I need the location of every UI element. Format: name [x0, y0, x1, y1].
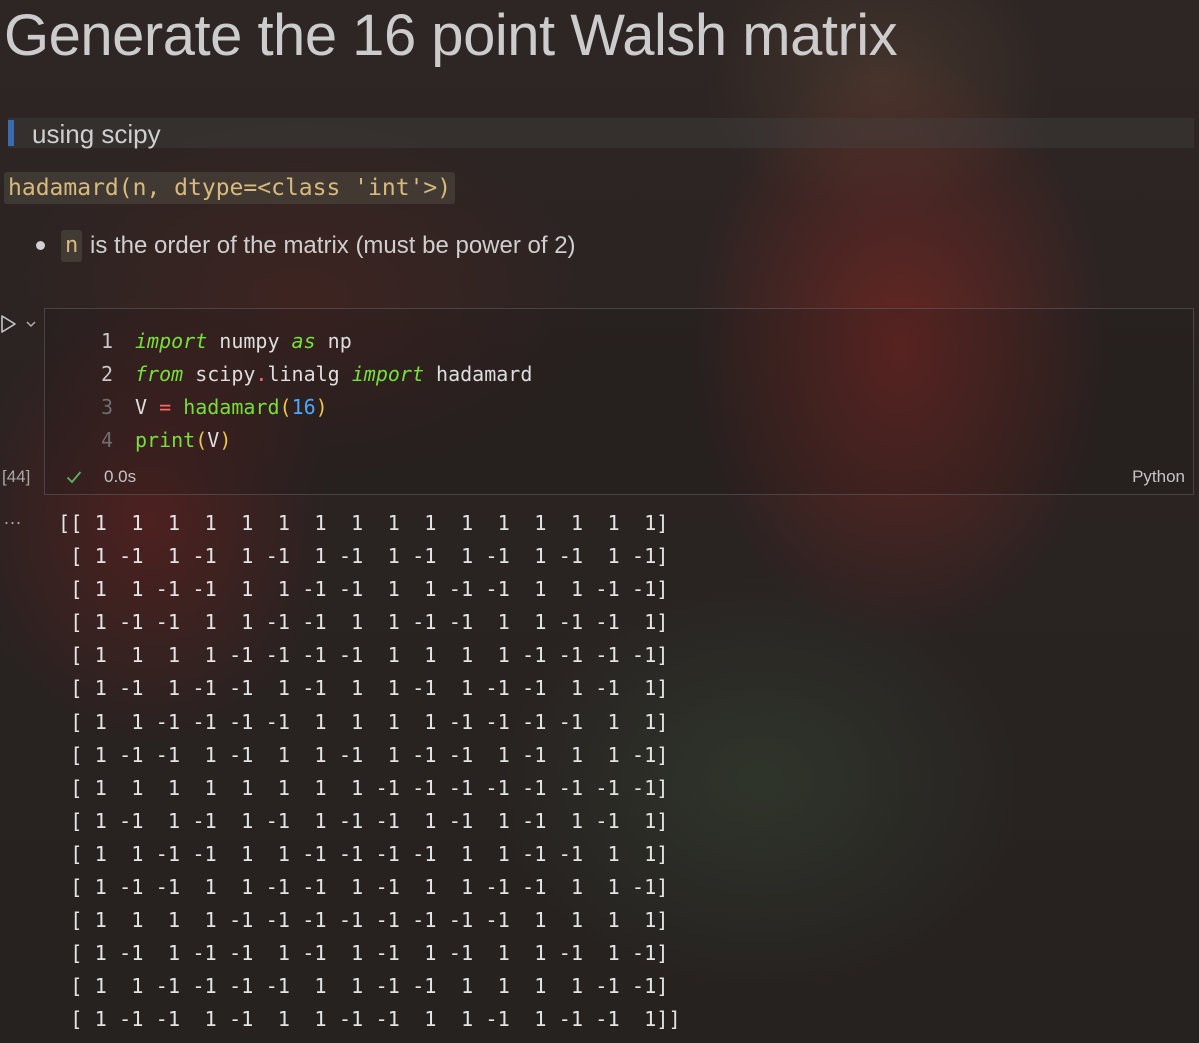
play-icon[interactable] [0, 314, 18, 334]
code-line[interactable]: 2 from scipy.linalg import hadamard [45, 358, 1193, 391]
output-line: [ 1 -1 1 -1 1 -1 1 -1 1 -1 1 -1 1 -1 1 -… [58, 544, 669, 569]
line-number: 1 [100, 329, 113, 353]
code-token: hadamard [424, 362, 533, 386]
code-token: linalg [267, 362, 352, 386]
line-number: 4 [100, 428, 113, 452]
output-line: [ 1 -1 -1 1 1 -1 -1 1 1 -1 -1 1 1 -1 -1 … [58, 610, 669, 635]
code-token: ( [195, 428, 208, 452]
code-token: ) [315, 395, 328, 419]
code-line[interactable]: 1 import numpy as np [45, 325, 1193, 358]
code-cell[interactable]: 1 import numpy as np 2 from scipy.linalg im… [44, 308, 1194, 495]
list-item-text: is the order of the matrix (must be powe… [90, 232, 576, 259]
output-line: [ 1 -1 -1 1 1 -1 -1 1 -1 1 1 -1 -1 1 1 -… [58, 875, 669, 900]
execution-duration: 0.0s [104, 467, 137, 486]
code-token: scipy [183, 362, 256, 386]
output-line: [ 1 1 1 1 -1 -1 -1 -1 -1 -1 -1 -1 1 1 1 … [58, 908, 669, 933]
output-line: [ 1 1 -1 -1 -1 -1 1 1 -1 -1 1 1 1 1 -1 -… [58, 974, 669, 999]
code-token: 16 [291, 395, 316, 419]
output-line: [ 1 -1 -1 1 -1 1 1 -1 1 -1 -1 1 -1 1 1 -… [58, 742, 669, 767]
code-token: as [291, 329, 316, 353]
code-line[interactable]: 3V = hadamard(16) [45, 391, 1193, 424]
cell-output: [[ 1 1 1 1 1 1 1 1 1 1 1 1 1 1 1 1] [ 1 … [58, 507, 681, 1037]
code-token: numpy [207, 329, 292, 353]
bullet-icon [36, 241, 45, 250]
code-token: ) [219, 428, 232, 452]
code-token: from [135, 362, 184, 386]
blockquote-bar [8, 120, 14, 146]
blockquote: using scipy [8, 118, 1194, 149]
code-line[interactable]: 4 print(V) [45, 424, 1193, 457]
output-line: [ 1 1 -1 -1 1 1 -1 -1 -1 -1 1 1 -1 -1 1 … [58, 841, 669, 866]
output-line: [ 1 -1 1 -1 -1 1 -1 1 -1 1 -1 1 1 -1 1 -… [58, 941, 669, 966]
code-text: from scipy.linalg import hadamard [135, 358, 532, 391]
code-token: V [207, 428, 220, 452]
code-token: import [135, 329, 208, 353]
blockquote-text: using scipy [32, 119, 161, 149]
output-line: [[ 1 1 1 1 1 1 1 1 1 1 1 1 1 1 1 1] [58, 511, 669, 535]
line-number: 2 [100, 362, 113, 386]
code-text: print(V) [135, 424, 231, 457]
output-line: [ 1 -1 1 -1 -1 1 -1 1 1 -1 1 -1 -1 1 -1 … [58, 676, 669, 701]
code-token: np [315, 329, 352, 353]
code-text: import numpy as np [135, 325, 352, 358]
ellipsis-icon[interactable]: ... [4, 508, 22, 529]
code-token: V [135, 395, 160, 419]
notebook: Generate the 16 point Walsh matrix using… [0, 0, 1199, 1043]
inline-code: n [61, 230, 83, 262]
line-number: 3 [100, 395, 113, 419]
code-token: print [135, 428, 196, 452]
run-controls [0, 312, 44, 336]
code-token: hadamard [183, 395, 280, 419]
output-line: [ 1 -1 1 -1 1 -1 1 -1 -1 1 -1 1 -1 1 -1 … [58, 808, 669, 833]
code-text: V = hadamard(16) [135, 391, 328, 424]
check-icon [66, 471, 82, 484]
page-title: Generate the 16 point Walsh matrix [4, 3, 898, 68]
code-token: ( [279, 395, 292, 419]
code-token: = [159, 395, 172, 419]
output-line: [ 1 1 1 1 -1 -1 -1 -1 1 1 1 1 -1 -1 -1 -… [58, 643, 669, 668]
output-line: [ 1 -1 -1 1 -1 1 1 -1 -1 1 1 -1 1 -1 -1 … [58, 1007, 681, 1032]
output-line: [ 1 1 1 1 1 1 1 1 -1 -1 -1 -1 -1 -1 -1 -… [58, 775, 669, 800]
function-signature: hadamard(n, dtype=<class 'int'>) [4, 172, 456, 204]
chevron-down-icon[interactable] [24, 317, 38, 331]
output-line: [ 1 1 -1 -1 -1 -1 1 1 1 1 -1 -1 -1 -1 1 … [58, 709, 669, 734]
output-line: [ 1 1 -1 -1 1 1 -1 -1 1 1 -1 -1 1 1 -1 -… [58, 577, 669, 602]
code-token: . [255, 362, 268, 386]
code-token: import [351, 362, 425, 386]
execution-count: [44] [2, 467, 31, 486]
kernel-language[interactable]: Python [1132, 467, 1185, 487]
